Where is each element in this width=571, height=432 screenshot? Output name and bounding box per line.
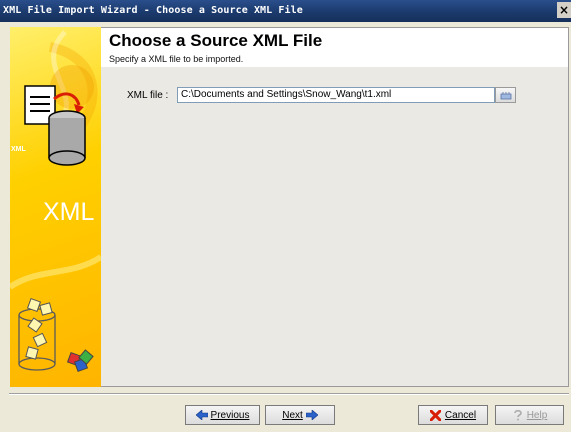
page-title: Choose a Source XML File [109,31,323,50]
cancel-label: Cancel [444,409,477,421]
xml-file-field[interactable]: C:\Documents and Settings\Snow_Wang\t1.x… [177,87,495,103]
cancel-button[interactable]: Cancel [418,405,488,425]
blocks-cylinder-icon [18,297,94,373]
help-button[interactable]: Help [495,405,564,425]
xml-wordmark: XML [43,198,95,226]
previous-label: Previous [210,409,250,421]
wizard-content-panel: Choose a Source XML File Specify a XML f… [101,27,569,387]
page-subtitle: Specify a XML file to be imported. [109,54,244,64]
window-title: XML File Import Wizard - Choose a Source… [3,5,303,16]
xml-database-icon [24,85,86,166]
xml-badge-text: XML [11,146,26,153]
close-icon[interactable]: × [557,2,571,18]
next-label: Next [282,409,303,421]
wizard-sidebar-graphic: XML XML [10,27,101,387]
arrow-right-icon [305,409,318,421]
help-label: Help [526,409,548,421]
wizard-header: Choose a Source XML File Specify a XML f… [101,28,568,67]
red-x-icon [430,409,442,421]
footer-separator [9,393,569,395]
previous-button[interactable]: Previous [185,405,260,425]
next-button[interactable]: Next [265,405,335,425]
title-bar: XML File Import Wizard - Choose a Source… [0,0,571,22]
arrow-left-icon [195,409,208,421]
browse-folder-icon [500,92,512,100]
browse-button[interactable] [495,87,516,103]
help-icon [512,409,524,421]
xml-file-label: XML file : [127,90,169,101]
